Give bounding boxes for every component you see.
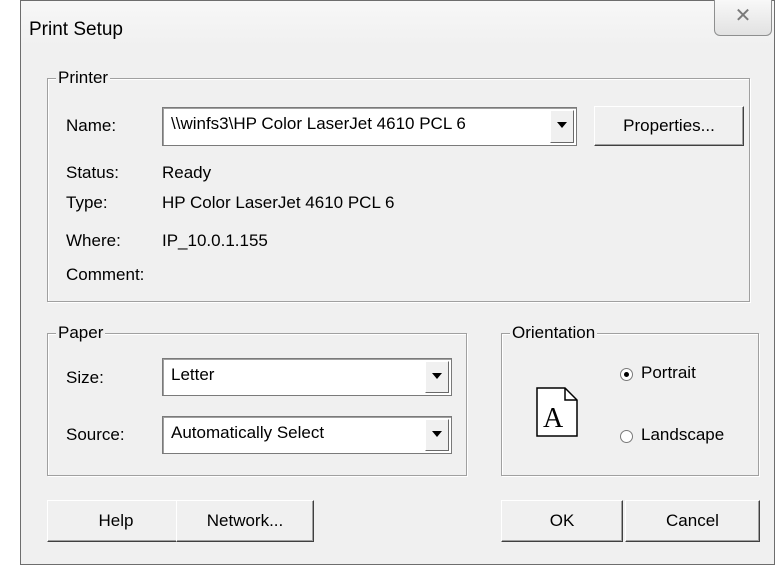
cancel-button[interactable]: Cancel xyxy=(625,500,760,542)
close-icon: ✕ xyxy=(734,5,752,27)
type-label: Type: xyxy=(66,193,108,212)
chevron-down-icon[interactable] xyxy=(425,361,449,393)
comment-label: Comment: xyxy=(66,265,145,284)
network-button-label: Network... xyxy=(206,511,284,530)
type-value: HP Color LaserJet 4610 PCL 6 xyxy=(162,193,395,212)
portrait-label[interactable]: Portrait xyxy=(641,363,696,383)
paper-size-value: Letter xyxy=(171,365,215,384)
landscape-radio[interactable] xyxy=(620,430,633,443)
landscape-label[interactable]: Landscape xyxy=(641,425,724,445)
properties-button-label: Properties... xyxy=(623,116,715,135)
cancel-button-label: Cancel xyxy=(666,511,719,530)
orientation-group-label: Orientation xyxy=(510,323,598,343)
portrait-radio[interactable] xyxy=(620,368,633,381)
print-setup-dialog: Print Setup ✕ Printer Name: \\winfs3\HP … xyxy=(20,0,775,565)
ok-button-label: OK xyxy=(549,511,575,530)
help-button[interactable]: Help xyxy=(47,500,185,542)
network-button[interactable]: Network... xyxy=(176,500,314,542)
paper-group-label: Paper xyxy=(56,323,106,343)
status-value: Ready xyxy=(162,163,212,182)
background xyxy=(0,0,20,569)
status-label: Status: xyxy=(66,163,119,182)
printer-name-value: \\winfs3\HP Color LaserJet 4610 PCL 6 xyxy=(171,114,466,133)
close-button[interactable]: ✕ xyxy=(714,0,772,36)
paper-source-combo[interactable]: Automatically Select xyxy=(162,416,452,454)
page-icon-letter: A xyxy=(543,403,564,434)
paper-size-label: Size: xyxy=(66,368,104,387)
title-bar: Print Setup ✕ xyxy=(21,0,774,47)
portrait-page-icon: A xyxy=(536,387,578,437)
printer-name-label: Name: xyxy=(66,116,117,135)
chevron-down-icon[interactable] xyxy=(425,419,449,451)
ok-button[interactable]: OK xyxy=(501,500,623,542)
chevron-down-icon[interactable] xyxy=(550,110,574,143)
help-button-label: Help xyxy=(98,511,134,530)
where-value: IP_10.0.1.155 xyxy=(162,231,268,250)
paper-group: Paper xyxy=(47,323,467,476)
paper-size-combo[interactable]: Letter xyxy=(162,358,452,396)
dialog-title: Print Setup xyxy=(29,19,123,40)
printer-group-label: Printer xyxy=(56,68,111,88)
printer-name-combo[interactable]: \\winfs3\HP Color LaserJet 4610 PCL 6 xyxy=(162,107,577,146)
paper-source-value: Automatically Select xyxy=(171,423,325,442)
paper-source-label: Source: xyxy=(66,425,125,444)
properties-button[interactable]: Properties... xyxy=(594,106,744,146)
portrait-page-svg: A xyxy=(536,387,578,437)
where-label: Where: xyxy=(66,231,121,250)
